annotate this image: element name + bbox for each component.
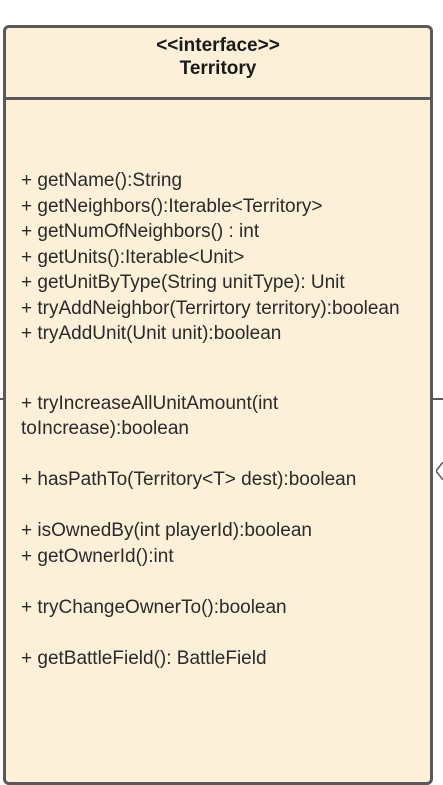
method-try-add-unit: + tryAddUnit(Unit unit):boolean: [21, 323, 282, 344]
method-try-change-owner-to: + tryChangeOwnerTo():boolean: [21, 596, 287, 618]
interface-class-box[interactable]: <<interface>> Territory + getName():Stri…: [3, 25, 433, 785]
stereotype-label: <<interface>>: [156, 35, 280, 56]
class-name: Territory: [179, 58, 257, 79]
method-is-owned-by: + isOwnedBy(int playerId):boolean: [21, 520, 312, 541]
right-connector-line: [433, 398, 443, 400]
method-get-unit-by-type: + getUnitByType(String unitType): Unit: [21, 272, 345, 293]
diagram-canvas: <<interface>> Territory + getName():Stri…: [0, 0, 443, 785]
method-has-path-to: + hasPathTo(Territory<T> dest):boolean: [21, 469, 357, 490]
method-get-name: + getName():String: [21, 170, 183, 191]
methods-compartment: + getName():String + getNeighbors():Iter…: [21, 168, 421, 671]
method-get-owner-id: + getOwnerId():int: [21, 545, 174, 567]
method-get-num-of-neighbors: + getNumOfNeighbors() : int: [21, 221, 260, 242]
arrow-head-icon: [436, 462, 443, 480]
method-get-units: + getUnits():Iterable<Unit>: [21, 246, 245, 268]
method-get-battle-field: + getBattleField(): BattleField: [21, 647, 267, 669]
class-header: <<interface>> Territory: [6, 28, 430, 100]
method-try-increase-all-unit-amount: + tryIncreaseAllUnitAmount(int toIncreas…: [21, 392, 284, 440]
method-try-add-neighbor: + tryAddNeighbor(Terrirtory territory):b…: [21, 297, 400, 319]
method-get-neighbors: + getNeighbors():Iterable<Territory>: [21, 195, 323, 217]
